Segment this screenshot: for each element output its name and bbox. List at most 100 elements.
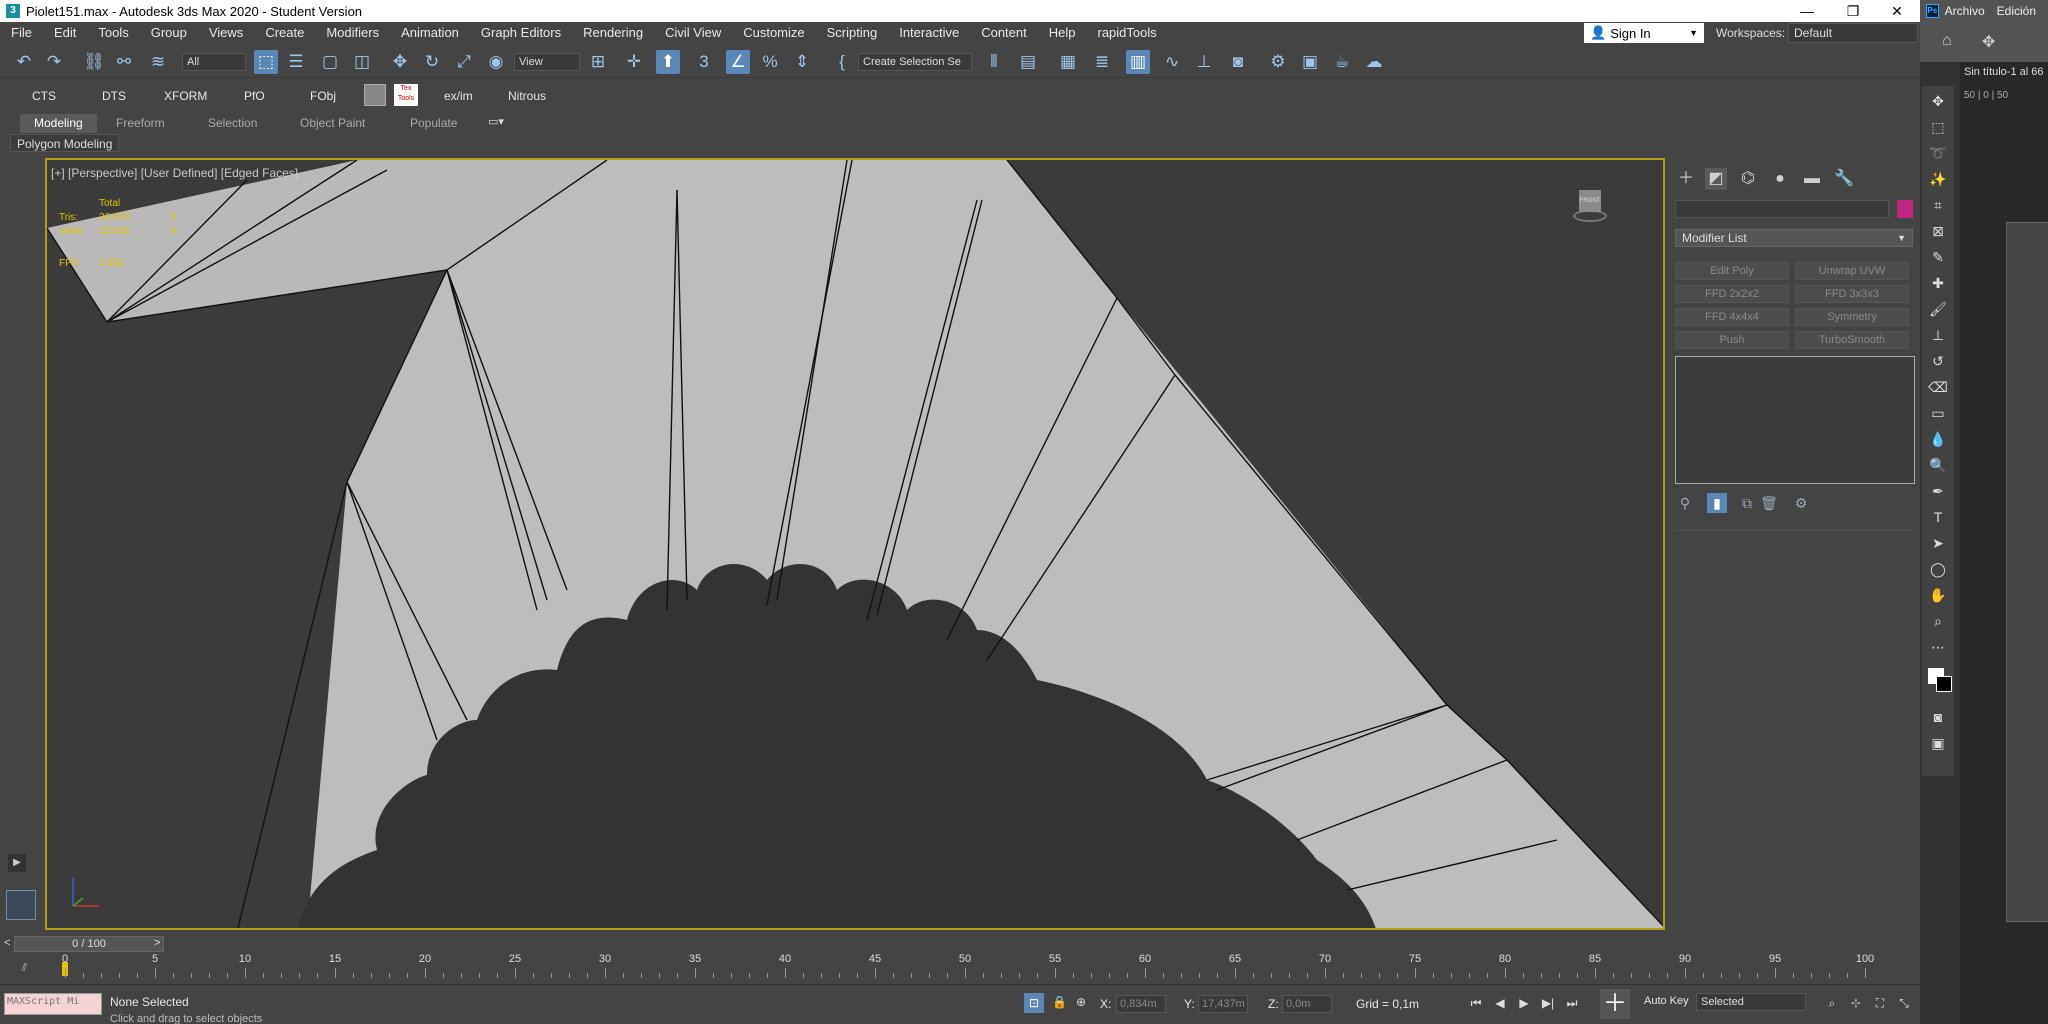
dts-button[interactable]: DTS <box>102 89 126 103</box>
lasso-tool-icon[interactable]: ➰ <box>1926 142 1950 164</box>
viewcube-front-face[interactable]: FRONT <box>1579 190 1601 212</box>
zoom-extents-icon[interactable]: ⛶ <box>1870 993 1890 1013</box>
tab-modeling[interactable]: Modeling <box>20 114 97 133</box>
select-manipulate-icon[interactable]: ✛ <box>622 50 646 74</box>
ps-nested-screenshot[interactable] <box>2006 222 2048 922</box>
maximize-viewport-icon[interactable]: ⤡ <box>1894 993 1914 1013</box>
quick-mask-icon[interactable]: ◙ <box>1926 706 1950 728</box>
trackbar[interactable]: ⫽ 0 5 10 15 20 25 30 35 40 45 50 55 60 65 70 75 80 85 90 95… <box>0 953 1920 984</box>
prev-frame-icon[interactable]: ◀ <box>1490 993 1510 1013</box>
ribbon-toggle-icon[interactable]: ▥ <box>1126 50 1150 74</box>
rotate-icon[interactable]: ↻ <box>420 50 444 74</box>
play-icon[interactable]: ▶ <box>1514 993 1534 1013</box>
lock-selection-icon[interactable]: 🔒 <box>1052 995 1067 1009</box>
close-button[interactable]: ✕ <box>1874 0 1920 22</box>
more-tools-icon[interactable]: ⋯ <box>1926 636 1950 658</box>
textools-button[interactable]: Tex Tools <box>394 84 418 106</box>
workspace-select[interactable]: Default <box>1788 23 1918 43</box>
schematic-view-icon[interactable]: ⊥ <box>1192 50 1216 74</box>
auto-key-button[interactable]: Auto Key <box>1644 995 1689 1007</box>
crop-tool-icon[interactable]: ⌗ <box>1926 194 1950 216</box>
key-mode-select[interactable]: Selected <box>1696 993 1806 1011</box>
menu-interactive[interactable]: Interactive <box>888 22 970 44</box>
mirror-icon[interactable]: ⫴ <box>982 50 1006 74</box>
history-brush-icon[interactable]: ↺ <box>1926 350 1950 372</box>
script-icon[interactable] <box>364 84 386 106</box>
modify-tab-icon[interactable]: ◩ <box>1705 168 1727 190</box>
move-icon[interactable]: ✥ <box>388 50 412 74</box>
pivot-icon[interactable]: ⊞ <box>586 50 610 74</box>
menu-rendering[interactable]: Rendering <box>572 22 654 44</box>
tab-populate[interactable]: Populate <box>396 114 471 133</box>
screen-mode-icon[interactable]: ▣ <box>1926 732 1950 754</box>
minimize-button[interactable]: — <box>1784 0 1830 22</box>
align-icon[interactable]: ▤ <box>1016 50 1040 74</box>
path-select-icon[interactable]: ➤ <box>1926 532 1950 554</box>
stamp-tool-icon[interactable]: ⊥ <box>1926 324 1950 346</box>
brush-tool-icon[interactable]: 🖌 <box>1926 298 1950 320</box>
link-icon[interactable]: ⛓ <box>82 50 106 74</box>
move-tool-icon[interactable]: ✥ <box>1926 90 1950 112</box>
menu-edit[interactable]: Edit <box>43 22 87 44</box>
home-icon[interactable]: ⌂ <box>1942 32 1952 50</box>
menu-animation[interactable]: Animation <box>390 22 470 44</box>
scale-icon[interactable]: ⤢ <box>452 50 476 74</box>
percent-snap-icon[interactable]: % <box>758 50 782 74</box>
xform-button[interactable]: XFORM <box>164 89 207 103</box>
viewcube[interactable]: FRONT <box>1569 190 1609 230</box>
background-color-swatch[interactable] <box>1936 676 1952 692</box>
configure-modifier-sets-icon[interactable]: ⚙ <box>1791 493 1811 513</box>
isolate-selection-icon[interactable]: ⊡ <box>1024 993 1044 1013</box>
material-editor-icon[interactable]: ◙ <box>1226 50 1250 74</box>
eraser-icon[interactable]: ⌫ <box>1926 376 1950 398</box>
ellipse-tool-icon[interactable]: ◯ <box>1926 558 1950 580</box>
spinner-snap-icon[interactable]: ⇕ <box>790 50 814 74</box>
absolute-mode-icon[interactable]: ⊕ <box>1076 995 1086 1009</box>
render-setup-icon[interactable]: ⚙ <box>1266 50 1290 74</box>
time-next-button[interactable]: > <box>154 937 160 949</box>
bind-space-warp-icon[interactable]: ≋ <box>146 50 170 74</box>
angle-snap-icon[interactable]: ∠ <box>726 50 750 74</box>
menu-graph-editors[interactable]: Graph Editors <box>470 22 572 44</box>
menu-content[interactable]: Content <box>970 22 1038 44</box>
window-crossing-icon[interactable]: ◫ <box>350 50 374 74</box>
modifier-symmetry-button[interactable]: Symmetry <box>1795 308 1909 326</box>
move-tool-icon[interactable]: ✥ <box>1982 32 1995 52</box>
zoom-tool-icon[interactable]: ⌕ <box>1926 610 1950 632</box>
pin-stack-icon[interactable]: ⚲ <box>1675 493 1695 513</box>
time-prev-button[interactable]: < <box>4 937 10 949</box>
ps-document-tab[interactable]: Sin título-1 al 66 <box>1964 66 2044 78</box>
unlink-icon[interactable]: ⚯ <box>112 50 136 74</box>
edit-named-selections-icon[interactable]: { <box>830 50 854 74</box>
show-end-result-icon[interactable]: ▮ <box>1707 493 1727 513</box>
pfo-button[interactable]: PfO <box>244 89 265 103</box>
rendered-frame-icon[interactable]: ▣ <box>1298 50 1322 74</box>
selection-filter-select[interactable]: All <box>182 53 246 71</box>
coord-z-field[interactable]: 0,0m <box>1282 995 1332 1013</box>
cts-button[interactable]: CTS <box>32 89 56 103</box>
menu-civil-view[interactable]: Civil View <box>654 22 732 44</box>
modifier-list-dropdown[interactable]: Modifier List ▼ <box>1675 229 1913 247</box>
render-icon[interactable]: ☕ <box>1330 50 1354 74</box>
time-slider-thumb[interactable]: 0 / 100 <box>14 936 164 952</box>
make-unique-icon[interactable]: ⧉ <box>1737 493 1757 513</box>
modifier-edit-poly-button[interactable]: Edit Poly <box>1675 262 1789 280</box>
coord-x-field[interactable]: 0,834m <box>1116 995 1166 1013</box>
viewport-label[interactable]: [+] [Perspective] [User Defined] [Edged … <box>51 166 298 180</box>
curve-editor-mini-icon[interactable]: ⫽ <box>22 962 27 975</box>
fobj-button[interactable]: FObj <box>310 89 336 103</box>
undo-icon[interactable]: ↶ <box>12 50 36 74</box>
blur-tool-icon[interactable]: 💧 <box>1926 428 1950 450</box>
placement-icon[interactable]: ◉ <box>484 50 508 74</box>
menu-group[interactable]: Group <box>140 22 198 44</box>
modifier-ffd2-button[interactable]: FFD 2x2x2 <box>1675 285 1789 303</box>
redo-icon[interactable]: ↷ <box>42 50 66 74</box>
nitrous-button[interactable]: Nitrous <box>508 89 546 103</box>
polygon-modeling-panel[interactable]: Polygon Modeling <box>10 134 120 152</box>
keyboard-shortcut-override-icon[interactable]: ⬆ <box>656 50 680 74</box>
menu-modifiers[interactable]: Modifiers <box>315 22 390 44</box>
sign-in-dropdown[interactable]: 👤 Sign In ▼ <box>1584 23 1704 43</box>
pen-tool-icon[interactable]: ✒ <box>1926 480 1950 502</box>
coord-y-field[interactable]: 17,437m <box>1198 995 1248 1013</box>
type-tool-icon[interactable]: T <box>1926 506 1950 528</box>
